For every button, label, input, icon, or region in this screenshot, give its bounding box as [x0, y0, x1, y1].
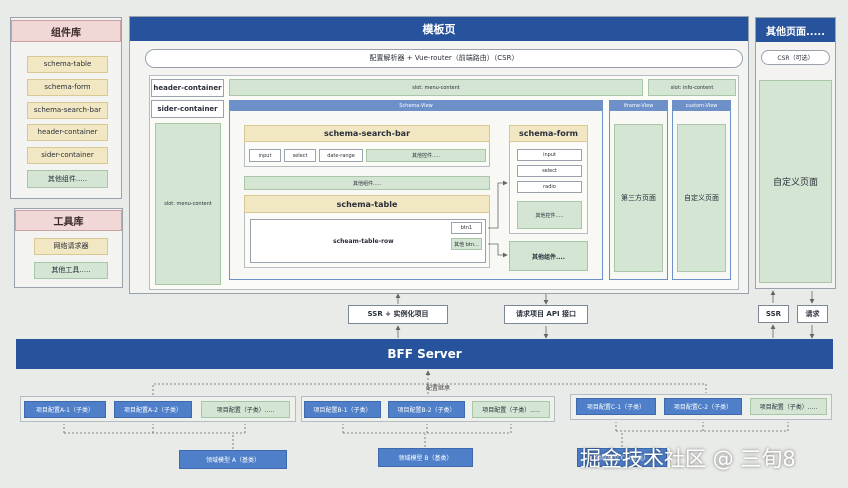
- connector-lines: [63, 180, 815, 449]
- watermark-text: 掘金技术社区 @ 三旬8: [580, 447, 796, 471]
